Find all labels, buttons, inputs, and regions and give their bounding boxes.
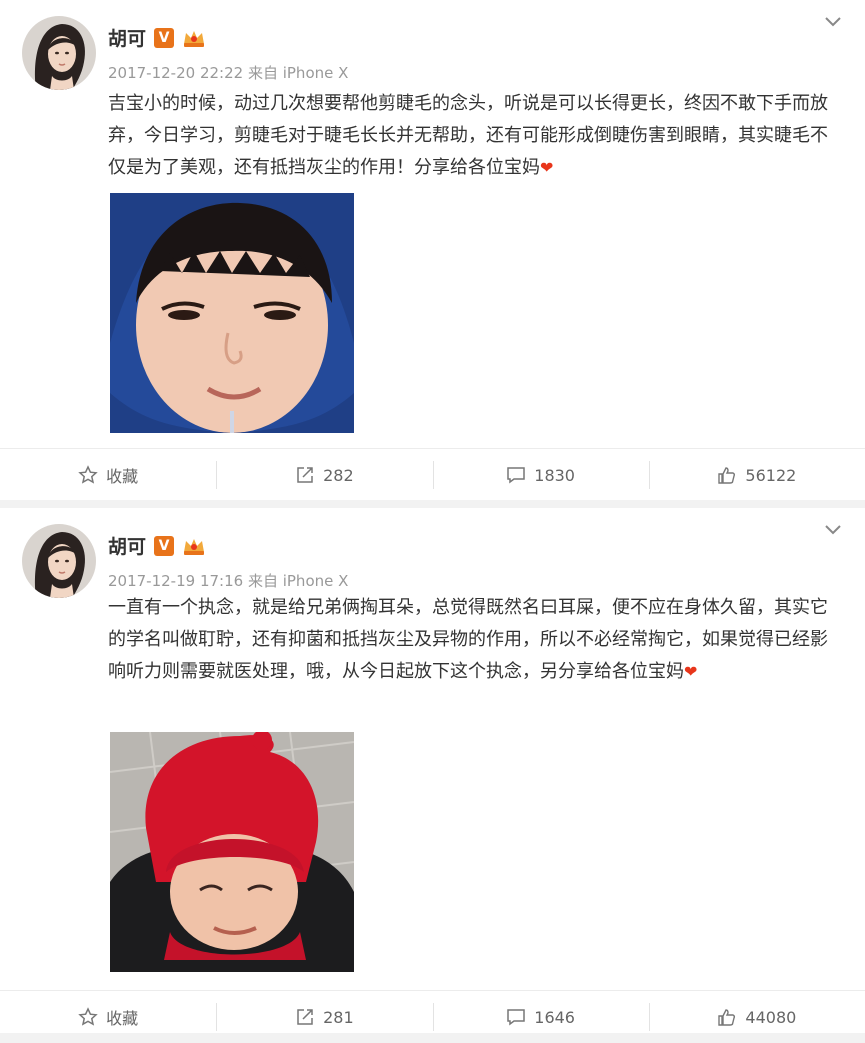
post-source: 来自 iPhone X — [247, 572, 349, 590]
post-photo[interactable] — [110, 732, 354, 972]
author-name[interactable]: 胡可 — [108, 532, 146, 559]
star-icon — [78, 1007, 98, 1027]
avatar[interactable] — [22, 16, 96, 90]
heart-emoji: ❤ — [684, 662, 698, 681]
author-line: 胡可 V — [108, 532, 206, 559]
avatar[interactable] — [22, 524, 96, 598]
comment-button[interactable]: 1646 — [432, 991, 649, 1043]
repost-button[interactable]: 282 — [216, 449, 432, 501]
author-line: 胡可 V — [108, 24, 206, 51]
comment-button[interactable]: 1830 — [432, 449, 649, 501]
author-name[interactable]: 胡可 — [108, 24, 146, 51]
comment-icon — [506, 465, 526, 485]
post-photo[interactable] — [110, 193, 354, 433]
repost-icon — [295, 1007, 315, 1027]
post-text: 吉宝小的时候，动过几次想要帮他剪睫毛的念头，听说是可以长得更长，终因不敢下手而放… — [108, 88, 833, 184]
like-button[interactable]: 56122 — [648, 449, 865, 501]
chevron-down-icon[interactable] — [823, 14, 843, 30]
star-icon — [78, 465, 98, 485]
repost-button[interactable]: 281 — [216, 991, 432, 1043]
post-meta: 2017-12-19 17:16 来自 iPhone X — [108, 570, 348, 591]
verified-badge: V — [154, 535, 175, 556]
heart-emoji: ❤ — [540, 158, 554, 177]
like-count: 44080 — [745, 1007, 797, 1027]
thumbs-up-icon — [717, 465, 737, 485]
post-meta: 2017-12-20 22:22 来自 iPhone X — [108, 62, 348, 83]
post-text-body: 一直有一个执念，就是给兄弟俩掏耳朵，总觉得既然名曰耳屎，便不应在身体久留，其实它… — [108, 597, 828, 682]
weibo-post: 胡可 V 2017-12-19 17:16 来自 iPhone X 一直有一个执… — [0, 508, 865, 1033]
repost-icon — [295, 465, 315, 485]
post-time[interactable]: 2017-12-19 17:16 — [108, 572, 243, 590]
like-count: 56122 — [745, 465, 797, 485]
action-bar: 收藏 282 1830 56122 — [0, 448, 865, 501]
favorite-label: 收藏 — [106, 467, 139, 486]
comment-icon — [506, 1007, 526, 1027]
crown-icon — [182, 28, 206, 48]
verified-badge: V — [154, 27, 175, 48]
crown-icon — [182, 536, 206, 556]
thumbs-up-icon — [717, 1007, 737, 1027]
comment-count: 1830 — [534, 465, 575, 485]
favorite-button[interactable]: 收藏 — [0, 991, 216, 1043]
repost-count: 281 — [323, 1007, 354, 1027]
comment-count: 1646 — [534, 1007, 575, 1027]
post-source: 来自 iPhone X — [247, 64, 349, 82]
favorite-label: 收藏 — [106, 1009, 139, 1028]
favorite-button[interactable]: 收藏 — [0, 449, 216, 501]
like-button[interactable]: 44080 — [648, 991, 865, 1043]
chevron-down-icon[interactable] — [823, 522, 843, 538]
action-bar: 收藏 281 1646 44080 — [0, 990, 865, 1043]
post-text-body: 吉宝小的时候，动过几次想要帮他剪睫毛的念头，听说是可以长得更长，终因不敢下手而放… — [108, 93, 828, 178]
post-divider — [0, 500, 865, 508]
post-text: 一直有一个执念，就是给兄弟俩掏耳朵，总觉得既然名曰耳屎，便不应在身体久留，其实它… — [108, 592, 833, 688]
weibo-post: 胡可 V 2017-12-20 22:22 来自 iPhone X 吉宝小的时候… — [0, 0, 865, 501]
post-time[interactable]: 2017-12-20 22:22 — [108, 64, 243, 82]
repost-count: 282 — [323, 465, 354, 485]
